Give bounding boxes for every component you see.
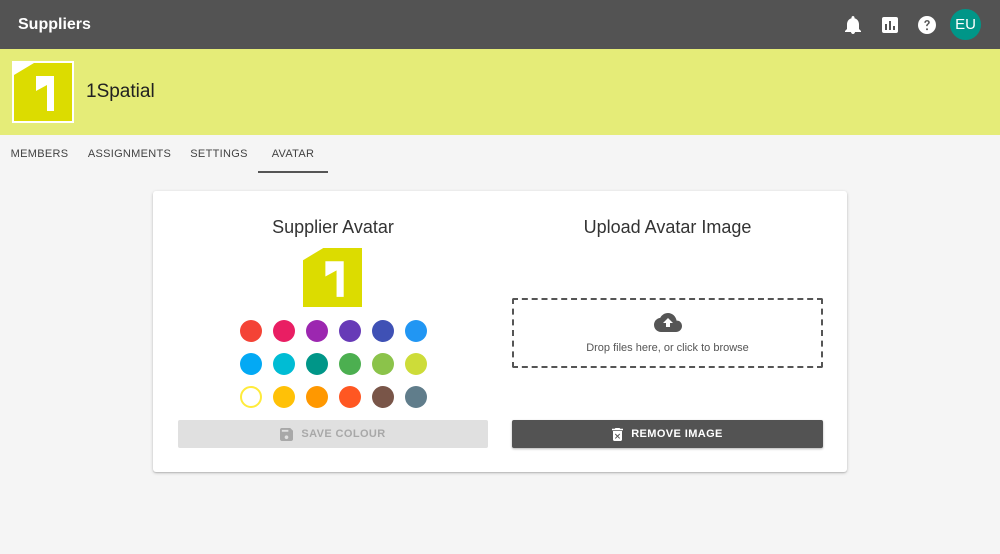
remove-image-button[interactable]: REMOVE IMAGE <box>512 420 823 448</box>
colour-swatch-selected[interactable] <box>240 386 262 408</box>
trash-icon <box>612 427 624 441</box>
colour-swatch[interactable] <box>306 386 328 408</box>
colour-swatch[interactable] <box>339 353 361 375</box>
tab-members[interactable]: MEMBERS <box>0 135 79 173</box>
dropzone-text: Drop files here, or click to browse <box>586 341 749 354</box>
avatar-preview <box>303 248 362 307</box>
bell-icon[interactable] <box>842 14 864 36</box>
supplier-banner: 1Spatial <box>0 49 1000 135</box>
file-dropzone[interactable]: Drop files here, or click to browse <box>512 298 823 368</box>
colour-swatches <box>240 320 427 408</box>
avatar-card: Supplier Avatar SAVE COLOUR Upload Avata… <box>153 191 847 472</box>
remove-image-label: REMOVE IMAGE <box>631 428 723 440</box>
user-avatar[interactable]: EU <box>950 9 981 40</box>
help-icon[interactable] <box>916 14 938 36</box>
app-bar-actions: EU <box>827 9 982 40</box>
supplier-logo <box>12 61 74 123</box>
save-colour-label: SAVE COLOUR <box>301 428 386 440</box>
colour-swatch[interactable] <box>306 353 328 375</box>
supplier-name: 1Spatial <box>86 81 155 102</box>
colour-swatch[interactable] <box>339 386 361 408</box>
colour-swatch[interactable] <box>273 353 295 375</box>
tab-bar: MEMBERS ASSIGNMENTS SETTINGS AVATAR <box>0 135 1000 173</box>
colour-swatch[interactable] <box>372 320 394 342</box>
save-icon <box>280 427 294 441</box>
colour-swatch[interactable] <box>339 320 361 342</box>
upload-avatar-title: Upload Avatar Image <box>583 217 752 237</box>
colour-swatch[interactable] <box>405 386 427 408</box>
colour-swatch[interactable] <box>273 386 295 408</box>
page-title: Suppliers <box>18 15 91 33</box>
tab-avatar[interactable]: AVATAR <box>258 135 328 173</box>
app-bar: Suppliers EU <box>0 0 1000 49</box>
colour-swatch[interactable] <box>405 320 427 342</box>
chart-icon[interactable] <box>879 14 901 36</box>
colour-swatch[interactable] <box>273 320 295 342</box>
cloud-upload-icon <box>653 312 682 338</box>
tab-settings[interactable]: SETTINGS <box>180 135 258 173</box>
colour-swatch[interactable] <box>240 320 262 342</box>
colour-swatch[interactable] <box>372 386 394 408</box>
colour-swatch[interactable] <box>372 353 394 375</box>
colour-swatch[interactable] <box>306 320 328 342</box>
colour-swatch[interactable] <box>240 353 262 375</box>
save-colour-button[interactable]: SAVE COLOUR <box>178 420 488 448</box>
colour-swatch[interactable] <box>405 353 427 375</box>
tab-assignments[interactable]: ASSIGNMENTS <box>79 135 180 173</box>
supplier-avatar-title: Supplier Avatar <box>272 217 394 237</box>
